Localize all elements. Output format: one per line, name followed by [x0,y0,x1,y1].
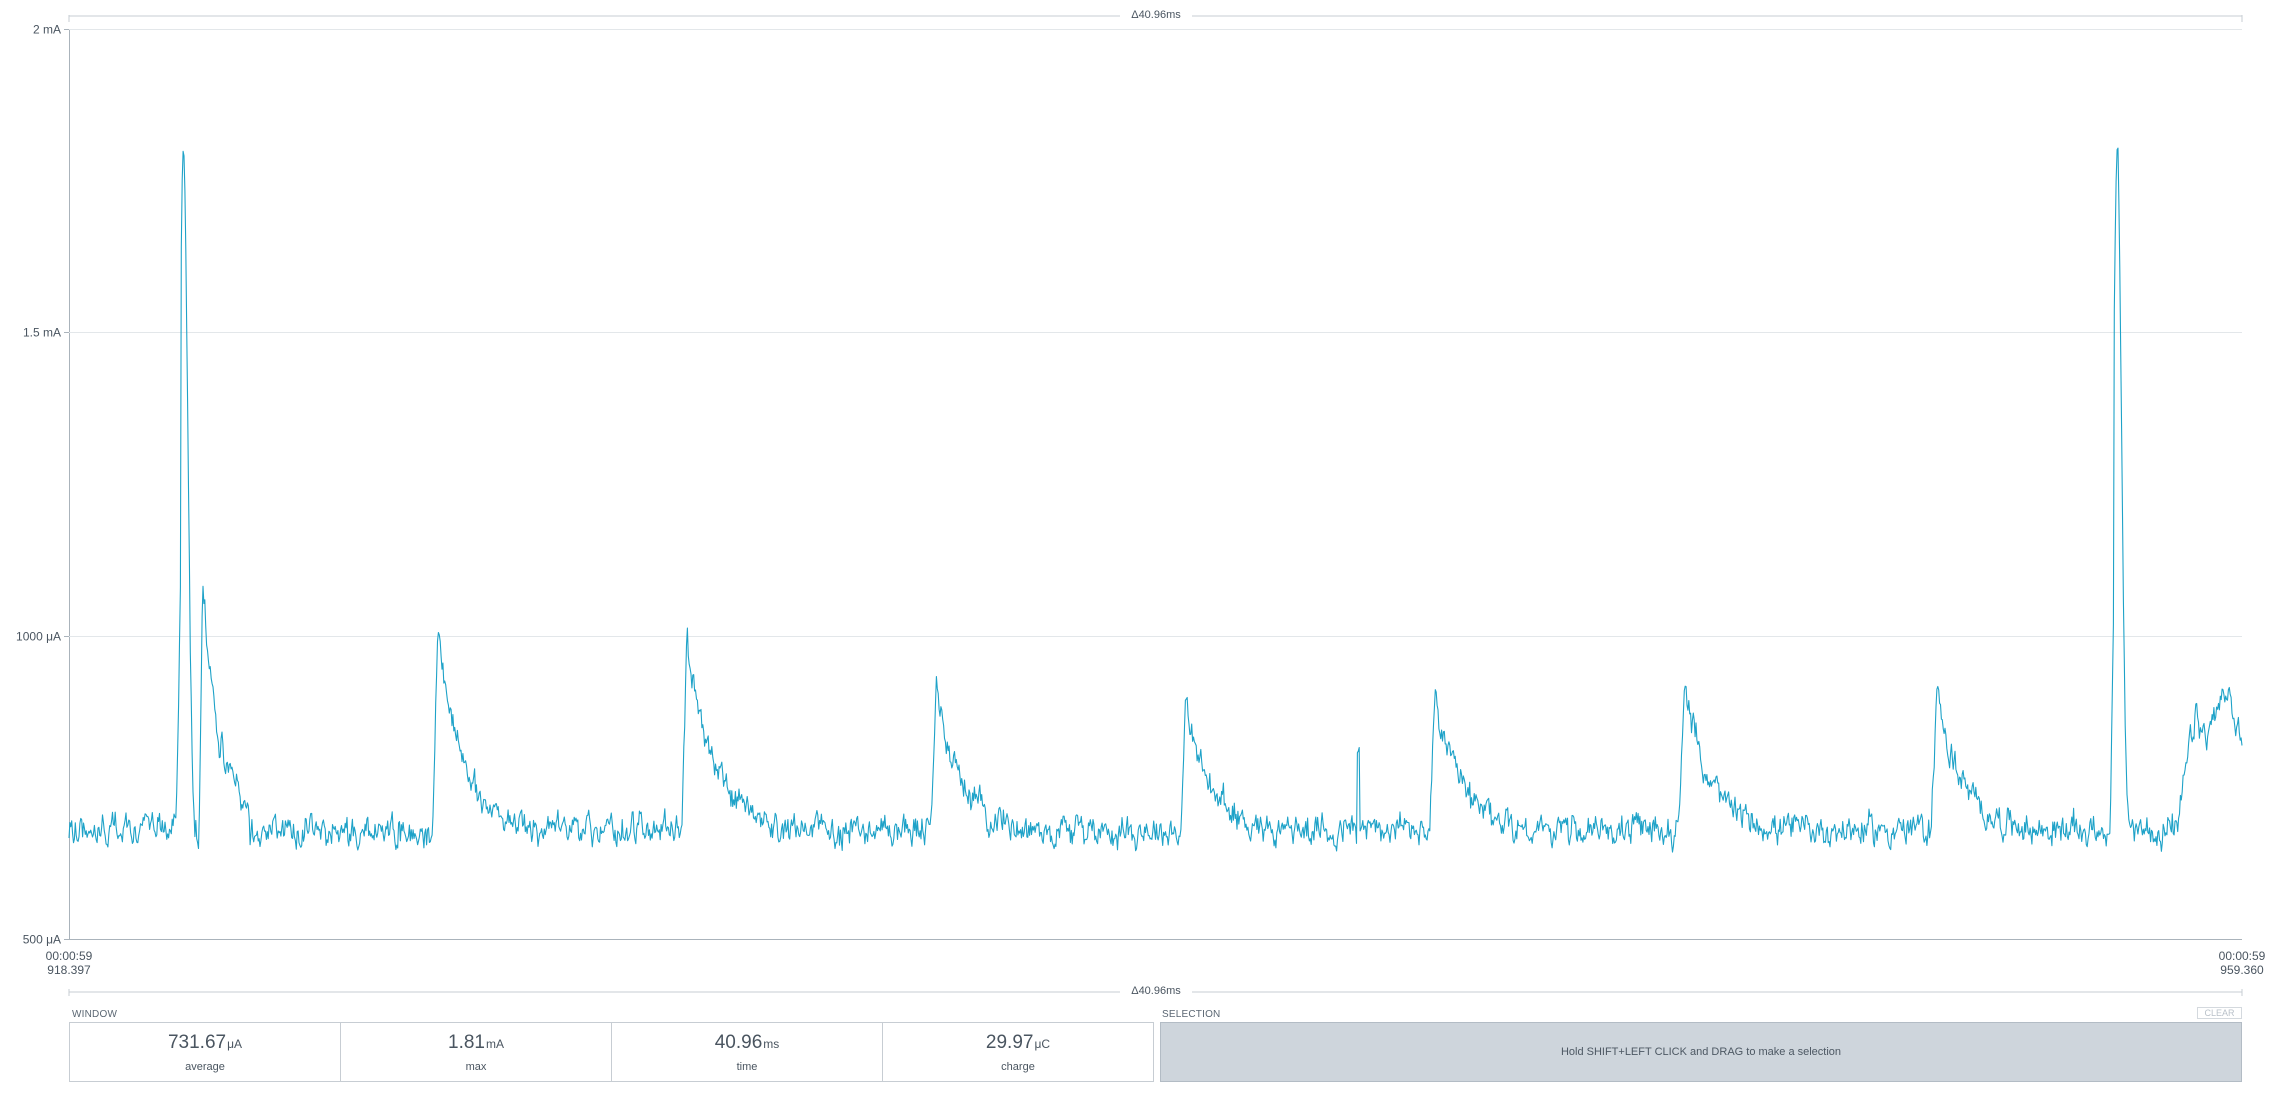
time-value: 40.96 [714,1031,763,1053]
bottom-delta-label: Δ40.96ms [1131,985,1181,997]
y-tick-label: 500 μA [23,933,61,947]
x-end-time-label: 00:00:59 [2219,949,2266,963]
charge-label: charge [1001,1060,1035,1073]
max-unit: mA [485,1036,504,1051]
window-stats: 731.67μA average 1.81mA max 40.96ms time… [69,1022,1154,1082]
x-start-time-label: 00:00:59 [46,949,93,963]
current-trace [68,147,2243,853]
stat-average: 731.67μA average [70,1023,341,1081]
stat-charge: 29.97μC charge [883,1023,1153,1081]
clear-selection-button[interactable]: CLEAR [2197,1007,2242,1019]
x-start-ms-label: 918.397 [47,963,91,977]
y-tick-label: 1000 μA [16,630,61,644]
bottom-time-range: Δ40.96ms [68,984,2243,998]
y-tick-label: 1.5 mA [23,326,61,340]
time-label: time [736,1060,758,1073]
y-tick-label: 2 mA [33,23,61,37]
max-label: max [465,1060,487,1073]
average-unit: μA [227,1036,243,1051]
selection-section-title: SELECTION [1162,1009,1221,1020]
time-unit: ms [763,1036,780,1051]
selection-area[interactable]: Hold SHIFT+LEFT CLICK and DRAG to make a… [1160,1022,2242,1082]
top-time-range: Δ40.96ms [68,8,2243,22]
average-label: average [185,1060,225,1073]
y-ticks: 500 μA 1000 μA 1.5 mA 2 mA [16,23,69,947]
stat-max: 1.81mA max [341,1023,612,1081]
charge-value: 29.97 [985,1031,1034,1053]
stat-time: 40.96ms time [612,1023,883,1081]
average-value: 731.67 [167,1031,227,1053]
selection-hint: Hold SHIFT+LEFT CLICK and DRAG to make a… [1560,1046,1842,1058]
current-trace-line [68,147,2243,853]
x-end-ms-label: 959.360 [2220,963,2264,977]
window-section-title: WINDOW [72,1009,118,1020]
gridlines [69,29,2242,637]
current-chart[interactable]: Δ40.96ms 500 μA 1000 μA 1.5 mA 2 mA 00:00:5… [0,0,2272,1000]
top-delta-label: Δ40.96ms [1131,9,1181,21]
charge-unit: μC [1034,1036,1051,1051]
max-value: 1.81 [448,1031,485,1053]
